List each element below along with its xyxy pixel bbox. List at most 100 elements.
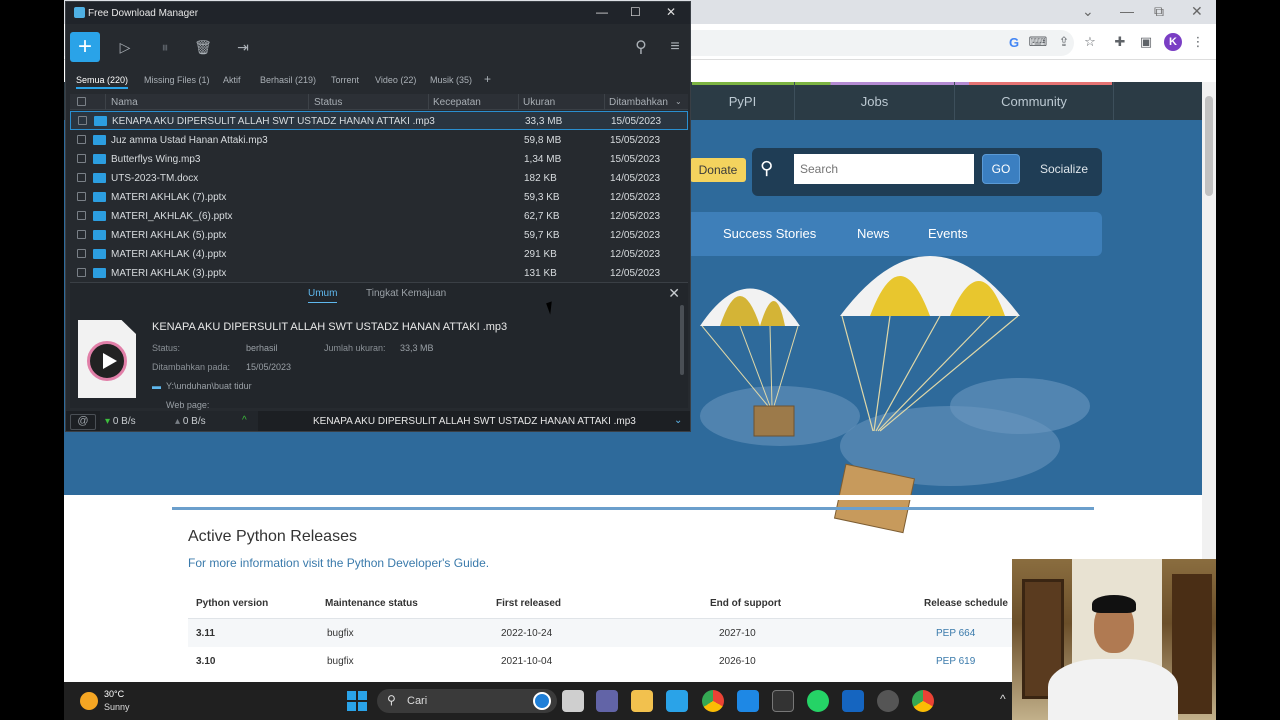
save-path[interactable]: Y:\unduhan\buat tidur [166, 381, 252, 391]
tab-search-icon[interactable]: ⌄ [1082, 3, 1094, 20]
list-item[interactable]: KENAPA AKU DIPERSULIT ALLAH SWT USTADZ H… [70, 111, 688, 130]
list-item[interactable]: Juz amma Ustad Hanan Attaki.mp3 59,8 MB … [70, 131, 688, 150]
list-item[interactable]: UTS-2023-TM.docx 182 KB 14/05/2023 [70, 169, 688, 188]
extensions-icon[interactable]: ✚ [1110, 32, 1130, 52]
weather-description[interactable]: Sunny [104, 702, 130, 712]
tab-jobs[interactable]: Jobs [794, 82, 954, 120]
fdm-close-button[interactable]: ✕ [666, 5, 676, 19]
nav-events[interactable]: Events [928, 226, 968, 241]
restore-button[interactable]: ⧉ [1154, 3, 1164, 20]
row-checkbox[interactable] [77, 135, 86, 144]
up-arrow-icon: ▴ [175, 416, 181, 427]
move-folder-icon[interactable]: ⇥ [234, 38, 252, 56]
tab-progress[interactable]: Tingkat Kemajuan [366, 288, 446, 299]
snail-mode-icon[interactable]: @ [70, 414, 96, 430]
tab-community[interactable]: Community [954, 82, 1114, 120]
row-checkbox[interactable] [77, 211, 86, 220]
start-icon[interactable]: ▷ [116, 38, 134, 56]
col-size[interactable]: Ukuran [523, 97, 555, 108]
close-button[interactable]: ✕ [1191, 3, 1203, 20]
row-checkbox[interactable] [77, 154, 86, 163]
col-added[interactable]: Ditambahkan [609, 97, 668, 108]
tab-completed[interactable]: Berhasil (219) [260, 75, 316, 85]
menu-icon[interactable]: ⋮ [1188, 32, 1208, 52]
tab-pypi[interactable]: PyPI [690, 82, 794, 120]
google-icon[interactable]: G [1004, 32, 1024, 52]
share-icon[interactable]: ⇪ [1054, 32, 1074, 52]
add-download-button[interactable]: + [70, 32, 100, 62]
file-explorer-icon[interactable] [562, 690, 584, 712]
select-all-checkbox[interactable] [77, 97, 86, 106]
row-checkbox[interactable] [77, 173, 86, 182]
delete-icon[interactable]: 🗑 [194, 38, 212, 56]
tab-music[interactable]: Musik (35) [430, 75, 472, 85]
tab-active[interactable]: Aktif [223, 75, 241, 85]
play-icon[interactable] [87, 341, 127, 381]
sort-chevron-icon[interactable]: ⌄ [675, 97, 682, 106]
nav-news[interactable]: News [857, 226, 890, 241]
fdm-maximize-button[interactable]: ☐ [630, 5, 641, 19]
pause-icon[interactable]: ⏸ [156, 38, 174, 56]
socialize-button[interactable]: Socialize [1032, 154, 1096, 184]
search-icon[interactable]: ⚲ [632, 38, 650, 56]
col-name[interactable]: Nama [111, 97, 138, 108]
zoom-icon[interactable] [596, 690, 618, 712]
sun-icon[interactable] [80, 692, 98, 710]
search-input[interactable] [794, 154, 974, 184]
col-status[interactable]: Status [314, 97, 342, 108]
chevron-up-icon[interactable]: ^ [242, 415, 247, 426]
search-icon: ⚲ [387, 693, 396, 707]
tab-video[interactable]: Video (22) [375, 75, 416, 85]
row-checkbox[interactable] [77, 230, 86, 239]
star-icon[interactable]: ☆ [1080, 32, 1100, 52]
nav-success-stories[interactable]: Success Stories [723, 226, 816, 241]
fdm-icon[interactable] [666, 690, 688, 712]
releases-subtitle-link[interactable]: For more information visit the Python De… [188, 556, 489, 570]
whatsapp-icon[interactable] [807, 690, 829, 712]
start-button[interactable] [347, 691, 367, 711]
row-pep-link[interactable]: PEP 619 [936, 656, 975, 667]
weather-temperature[interactable]: 30°C [104, 689, 124, 699]
donate-button[interactable]: Donate [690, 158, 746, 182]
add-tab-button[interactable]: + [484, 72, 491, 86]
go-button[interactable]: GO [982, 154, 1020, 184]
list-item[interactable]: MATERI AKHLAK (3).pptx 131 KB 12/05/2023 [70, 264, 688, 278]
list-item[interactable]: MATERI AKHLAK (5).pptx 59,7 KB 12/05/202… [70, 226, 688, 245]
col-speed[interactable]: Kecepatan [433, 97, 481, 108]
list-item[interactable]: MATERI AKHLAK (4).pptx 291 KB 12/05/2023 [70, 245, 688, 264]
list-item[interactable]: MATERI_AKHLAK_(6).pptx 62,7 KB 12/05/202… [70, 207, 688, 226]
list-item[interactable]: Butterflys Wing.mp3 1,34 MB 15/05/2023 [70, 150, 688, 169]
bing-badge-icon[interactable] [533, 692, 551, 710]
taskbar-search[interactable]: ⚲ Cari [377, 689, 557, 713]
close-icon[interactable]: ✕ [668, 285, 680, 302]
vscode-icon[interactable] [737, 690, 759, 712]
hamburger-menu-icon[interactable]: ≡ [666, 38, 684, 56]
tab-torrent[interactable]: Torrent [331, 75, 359, 85]
row-end-of-support: 2027-10 [719, 628, 756, 639]
row-checkbox[interactable] [78, 116, 87, 125]
chevron-up-icon[interactable]: ^ [1000, 692, 1006, 706]
detail-scrollbar[interactable] [680, 305, 684, 375]
avatar[interactable]: K [1164, 33, 1182, 51]
sidepanel-icon[interactable]: ▣ [1136, 32, 1156, 52]
chevron-down-icon[interactable]: ⌄ [674, 415, 682, 426]
list-item[interactable]: MATERI AKHLAK (7).pptx 59,3 KB 12/05/202… [70, 188, 688, 207]
tab-all[interactable]: Semua (220) [76, 75, 129, 89]
fdm-minimize-button[interactable]: — [596, 5, 608, 19]
tab-general[interactable]: Umum [308, 288, 338, 303]
tab-missing-files[interactable]: Missing Files (1) [144, 75, 210, 85]
settings-icon[interactable] [877, 690, 899, 712]
terminal-icon[interactable] [772, 690, 794, 712]
row-checkbox[interactable] [77, 249, 86, 258]
security-icon[interactable] [842, 690, 864, 712]
row-pep-link[interactable]: PEP 664 [936, 628, 975, 639]
row-checkbox[interactable] [77, 268, 86, 277]
chrome-profile-icon[interactable] [912, 690, 934, 712]
chrome-icon[interactable] [702, 690, 724, 712]
row-checkbox[interactable] [77, 192, 86, 201]
scrollbar-thumb[interactable] [1205, 96, 1213, 196]
minimize-button[interactable]: — [1120, 3, 1134, 19]
folder-icon[interactable] [631, 690, 653, 712]
down-arrow-icon: ▾ [105, 416, 111, 427]
translate-icon[interactable]: ⌨ [1028, 32, 1048, 52]
